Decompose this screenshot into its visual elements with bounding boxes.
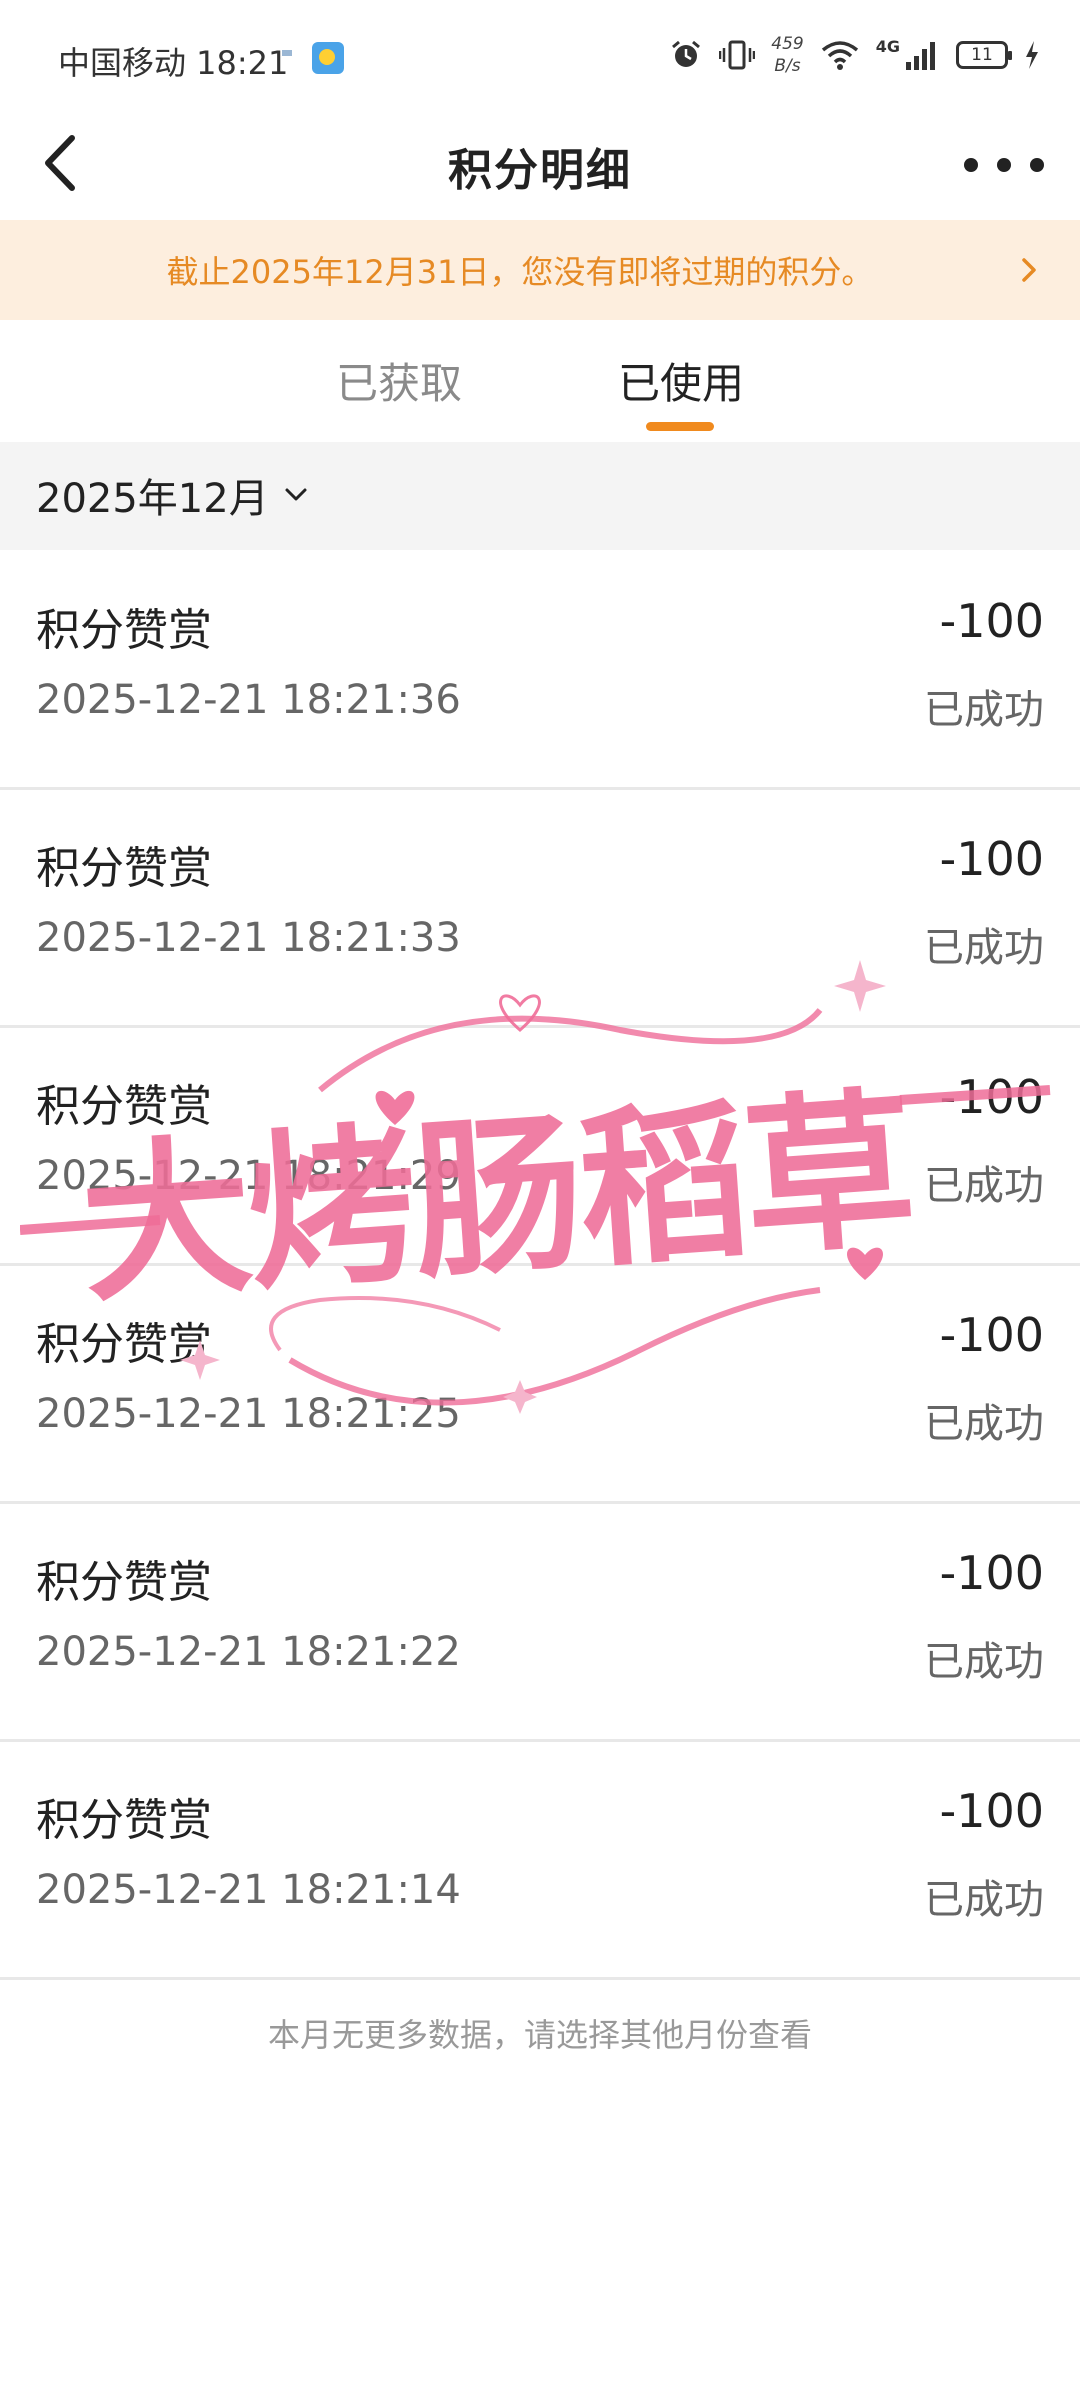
record-amount: -100 xyxy=(939,832,1044,886)
points-detail-page: 中国移动 18:21 459 B/s 4G 11 积分明细 截止2025年12月… xyxy=(0,0,1080,2388)
list-item[interactable]: 积分赞赏 2025-12-21 18:21:29 -100 已成功 xyxy=(0,1028,1080,1266)
wifi-icon xyxy=(821,41,858,70)
more-button[interactable] xyxy=(964,140,1044,190)
month-filter-bar: 2025年12月 xyxy=(0,442,1080,550)
record-status: 已成功 xyxy=(924,1401,1044,1447)
list-item[interactable]: 积分赞赏 2025-12-21 18:21:33 -100 已成功 xyxy=(0,790,1080,1028)
record-status: 已成功 xyxy=(924,1877,1044,1923)
carrier-time: 中国移动 18:21 xyxy=(58,44,289,82)
more-icon xyxy=(964,158,978,172)
month-selector[interactable]: 2025年12月 xyxy=(36,466,311,524)
battery-icon: 11 xyxy=(956,41,1012,69)
record-title: 积分赞赏 xyxy=(36,1081,212,1132)
list-item[interactable]: 积分赞赏 2025-12-21 18:21:25 -100 已成功 xyxy=(0,1266,1080,1504)
tab-earned[interactable]: 已获取 xyxy=(336,350,462,411)
record-title: 积分赞赏 xyxy=(36,1795,212,1846)
record-time: 2025-12-21 18:21:25 xyxy=(36,1391,461,1437)
signal-icon xyxy=(906,42,935,70)
chevron-right-icon xyxy=(1022,258,1036,282)
record-time: 2025-12-21 18:21:29 xyxy=(36,1153,461,1199)
record-title: 积分赞赏 xyxy=(36,1319,212,1370)
weather-icon xyxy=(312,42,344,74)
alarm-icon xyxy=(672,40,701,67)
expiry-notice-banner[interactable]: 截止2025年12月31日，您没有即将过期的积分。 xyxy=(0,220,1080,320)
tab-used[interactable]: 已使用 xyxy=(618,350,744,411)
list-item[interactable]: 积分赞赏 2025-12-21 18:21:22 -100 已成功 xyxy=(0,1504,1080,1742)
vibrate-icon xyxy=(719,40,756,70)
month-value: 2025年12月 xyxy=(36,476,269,522)
network-speed: 459 B/s xyxy=(771,33,803,77)
page-title: 积分明细 xyxy=(448,145,632,196)
no-more-data-text: 本月无更多数据，请选择其他月份查看 xyxy=(267,2016,812,2054)
charging-icon xyxy=(1026,41,1038,69)
records-list: 积分赞赏 2025-12-21 18:21:36 -100 已成功 积分赞赏 2… xyxy=(0,552,1080,1980)
record-time: 2025-12-21 18:21:22 xyxy=(36,1629,461,1675)
status-bar: 中国移动 18:21 459 B/s 4G 11 xyxy=(0,0,1080,110)
notification-dot-icon xyxy=(282,50,292,56)
active-tab-indicator xyxy=(646,422,714,431)
expiry-notice-text: 截止2025年12月31日，您没有即将过期的积分。 xyxy=(166,253,874,291)
chevron-down-icon xyxy=(285,488,307,501)
record-amount: -100 xyxy=(939,1784,1044,1838)
record-amount: -100 xyxy=(939,1546,1044,1600)
battery-level: 11 xyxy=(971,45,993,65)
record-amount: -100 xyxy=(939,1070,1044,1124)
record-time: 2025-12-21 18:21:14 xyxy=(36,1867,461,1913)
record-time: 2025-12-21 18:21:36 xyxy=(36,677,461,723)
record-title: 积分赞赏 xyxy=(36,605,212,656)
record-time: 2025-12-21 18:21:33 xyxy=(36,915,461,961)
speed-value: 459 xyxy=(771,34,804,54)
list-item[interactable]: 积分赞赏 2025-12-21 18:21:14 -100 已成功 xyxy=(0,1742,1080,1980)
record-status: 已成功 xyxy=(924,1163,1044,1209)
record-status: 已成功 xyxy=(924,925,1044,971)
record-amount: -100 xyxy=(939,594,1044,648)
record-status: 已成功 xyxy=(924,1639,1044,1685)
network-type: 4G xyxy=(875,36,900,56)
speed-unit: B/s xyxy=(774,56,801,76)
list-item[interactable]: 积分赞赏 2025-12-21 18:21:36 -100 已成功 xyxy=(0,552,1080,790)
nav-header: 积分明细 xyxy=(0,110,1080,220)
status-icons: 459 B/s 4G 11 xyxy=(669,30,1040,80)
record-title: 积分赞赏 xyxy=(36,1557,212,1608)
record-status: 已成功 xyxy=(924,687,1044,733)
record-amount: -100 xyxy=(939,1308,1044,1362)
record-title: 积分赞赏 xyxy=(36,843,212,894)
tab-bar: 已获取 已使用 xyxy=(0,320,1080,440)
